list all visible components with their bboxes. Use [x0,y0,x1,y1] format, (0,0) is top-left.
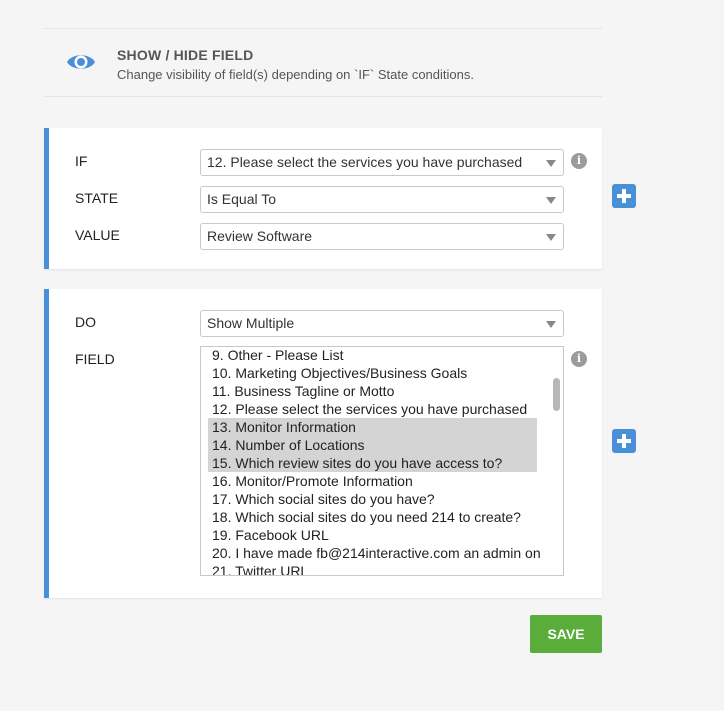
info-icon[interactable]: i [571,153,587,169]
state-select-value: Is Equal To [207,191,277,207]
chevron-down-icon [546,234,556,241]
add-action-button[interactable] [612,429,636,453]
do-select[interactable]: Show Multiple [200,310,564,337]
field-option[interactable]: 21. Twitter URL [208,562,537,575]
field-label: FIELD [75,351,115,367]
chevron-down-icon [546,321,556,328]
eye-icon [67,55,95,69]
header-subtitle: Change visibility of field(s) depending … [117,67,474,82]
state-label: STATE [75,190,119,206]
field-option[interactable]: 12. Please select the services you have … [208,400,537,418]
field-option[interactable]: 11. Business Tagline or Motto [208,382,537,400]
add-condition-button[interactable] [612,184,636,208]
scrollbar-thumb[interactable] [553,378,560,411]
field-option[interactable]: 18. Which social sites do you need 214 t… [208,508,537,526]
action-card: DO Show Multiple FIELD 9. Other - Please… [44,289,602,598]
state-select[interactable]: Is Equal To [200,186,564,213]
field-multiselect[interactable]: 9. Other - Please List 10. Marketing Obje… [200,346,564,576]
field-option[interactable]: 13. Monitor Information [208,418,537,436]
chevron-down-icon [546,197,556,204]
field-option[interactable]: 10. Marketing Objectives/Business Goals [208,364,537,382]
field-options-list: 9. Other - Please List 10. Marketing Obje… [208,347,541,575]
do-label: DO [75,314,96,330]
chevron-down-icon [546,160,556,167]
field-option[interactable]: 16. Monitor/Promote Information [208,472,537,490]
value-select-value: Review Software [207,228,313,244]
if-select[interactable]: 12. Please select the services you have … [200,149,564,176]
condition-card: IF 12. Please select the services you ha… [44,128,602,269]
value-select[interactable]: Review Software [200,223,564,250]
if-label: IF [75,153,88,169]
do-select-value: Show Multiple [207,315,295,331]
field-option[interactable]: 19. Facebook URL [208,526,537,544]
field-option[interactable]: 9. Other - Please List [208,347,537,364]
field-option[interactable]: 17. Which social sites do you have? [208,490,537,508]
field-option[interactable]: 14. Number of Locations [208,436,537,454]
save-button[interactable]: SAVE [530,615,602,653]
field-option[interactable]: 15. Which review sites do you have acces… [208,454,537,472]
header-title: SHOW / HIDE FIELD [117,47,254,63]
value-label: VALUE [75,227,120,243]
show-hide-field-header: SHOW / HIDE FIELD Change visibility of f… [44,28,602,97]
field-option[interactable]: 20. I have made fb@214interactive.com an… [208,544,541,562]
if-select-value: 12. Please select the services you have … [207,154,523,170]
info-icon[interactable]: i [571,351,587,367]
